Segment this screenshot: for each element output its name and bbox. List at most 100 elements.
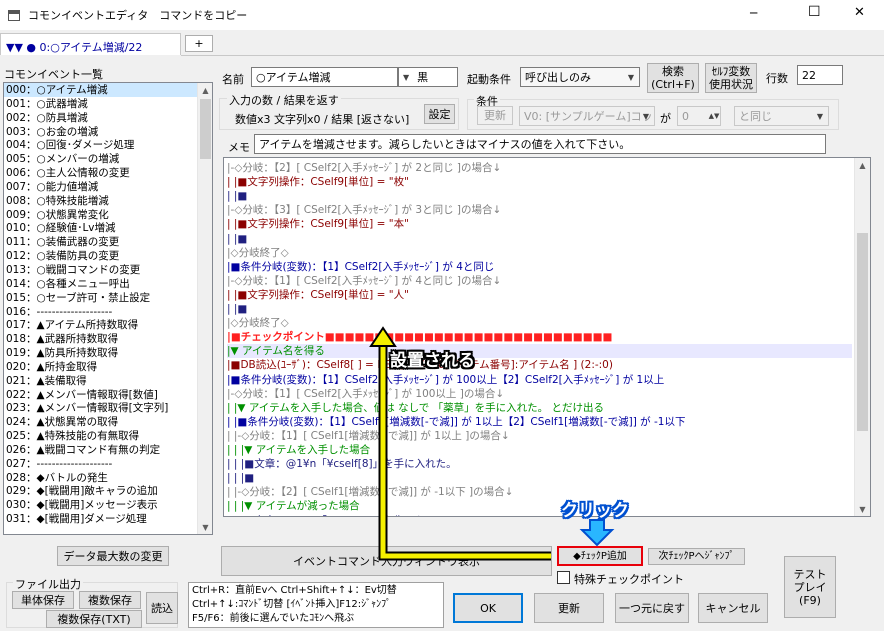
command-line[interactable]: |■DB読込(ﾕｰｻﾞ)：CSelf8[ ] = DB[ ] :CSelf0[ア…: [227, 358, 852, 372]
event-list-item[interactable]: 001：○武器増減: [4, 97, 212, 111]
event-list-item[interactable]: 024：▲状態異常の取得: [4, 415, 212, 429]
event-list-item[interactable]: 025：▲特殊技能の有無取得: [4, 429, 212, 443]
memo-input[interactable]: アイテムを増減させます。減らしたいときはマイナスの値を入れて下さい。: [254, 134, 826, 154]
event-list-item[interactable]: 004：○回復･ダメージ処理: [4, 138, 212, 152]
command-line[interactable]: | |■文字列操作：CSelf9[単位] = "人": [227, 288, 852, 302]
event-list-item[interactable]: 013：○戦闘コマンドの変更: [4, 263, 212, 277]
condition-update-button[interactable]: 更新: [477, 106, 513, 125]
update-button[interactable]: 更新: [534, 593, 604, 623]
color-select[interactable]: ▼ 黒: [398, 67, 458, 87]
event-list-item[interactable]: 006：○主人公情報の変更: [4, 166, 212, 180]
tab-active[interactable]: ▼▼ ● 0:○アイテム増減/22: [0, 33, 181, 55]
command-line[interactable]: |■条件分岐(変数)：【1】CSelf2[入手ﾒｯｾｰｼﾞ] が 100以上【2…: [227, 373, 852, 387]
data-max-button[interactable]: データ最大数の変更: [57, 546, 169, 566]
event-list-item[interactable]: 015：○セーブ許可・禁止設定: [4, 291, 212, 305]
single-save-button[interactable]: 単体保存: [12, 591, 74, 609]
event-list-item[interactable]: 031：◆[戦闘用]ダメージ処理: [4, 512, 212, 526]
event-list-item[interactable]: 020：▲所持金取得: [4, 360, 212, 374]
event-list-item[interactable]: 005：○メンバーの増減: [4, 152, 212, 166]
command-input-window-button[interactable]: イベントコマンド入力ウィンドウ表示: [221, 546, 552, 576]
command-line[interactable]: |◇分岐終了◇: [227, 246, 852, 260]
command-line[interactable]: |-◇分岐：【1】[ CSelf2[入手ﾒｯｾｰｼﾞ] が 4と同じ ]の場合↓: [227, 274, 852, 288]
command-line[interactable]: | | |▼ アイテムを入手した場合: [227, 443, 852, 457]
event-list-items[interactable]: 000：○アイテム増減 001：○武器増減 002：○防具増減 003：○お金の増減 0…: [4, 83, 212, 526]
command-line[interactable]: |◇分岐終了◇: [227, 316, 852, 330]
event-list-item[interactable]: 002：○防具増減: [4, 111, 212, 125]
code-scrollbar[interactable]: ▲ ▼: [854, 158, 870, 516]
search-button[interactable]: 検索 (Ctrl+F): [647, 63, 699, 93]
command-line[interactable]: | |-◇分岐：【1】[ CSelf1[増減数[-で減]] が 1以上 ]の場合…: [227, 429, 852, 443]
event-list-item[interactable]: 010：○経験値･Lv増減: [4, 221, 212, 235]
multi-save-button[interactable]: 複数保存: [79, 591, 141, 609]
minimize-button[interactable]: ─: [750, 6, 757, 20]
command-line[interactable]: | |-◇分岐：【2】[ CSelf1[増減数[-で減]] が -1以下 ]の場…: [227, 485, 852, 499]
command-line[interactable]: | | |■文章：@1¥n「¥cself[8]」を手に入れた。: [227, 457, 852, 471]
command-line[interactable]: | | |■: [227, 471, 852, 485]
event-list-item[interactable]: 022：▲メンバー情報取得[数値]: [4, 388, 212, 402]
command-line[interactable]: | |■文字列操作：CSelf9[単位] = "本": [227, 217, 852, 231]
command-line[interactable]: | | |▼ アイテムが減った場合: [227, 499, 852, 513]
event-list-item[interactable]: 007：○能力値増減: [4, 180, 212, 194]
command-line[interactable]: |-◇分岐：【3】[ CSelf2[入手ﾒｯｾｰｼﾞ] が 3と同じ ]の場合↓: [227, 203, 852, 217]
common-event-list[interactable]: 000：○アイテム増減 001：○武器増減 002：○防具増減 003：○お金の増減 0…: [3, 82, 213, 535]
event-list-item[interactable]: 017：▲アイテム所持数取得: [4, 318, 212, 332]
event-list-item[interactable]: 018：▲武器所持数取得: [4, 332, 212, 346]
self-var-usage-button[interactable]: ｾﾙﾌ変数 使用状況: [705, 63, 757, 93]
code-scroll-up-icon[interactable]: ▲: [855, 158, 870, 172]
event-list-item[interactable]: 008：○特殊技能増減: [4, 194, 212, 208]
condition-number-stepper-icon[interactable]: ▲▼: [708, 107, 720, 125]
event-list-item[interactable]: 000：○アイテム増減: [4, 83, 212, 97]
event-list-item[interactable]: 016：--------------------: [4, 305, 212, 319]
command-line[interactable]: | |■: [227, 302, 852, 316]
event-list-item[interactable]: 027：--------------------: [4, 457, 212, 471]
event-list-item[interactable]: 029：◆[戦闘用]敵キャラの追加: [4, 484, 212, 498]
command-line[interactable]: |-◇分岐：【2】[ CSelf2[入手ﾒｯｾｰｼﾞ] が 2と同じ ]の場合↓: [227, 161, 852, 175]
list-scrollbar[interactable]: ▲ ▼: [197, 83, 212, 534]
event-list-item[interactable]: 019：▲防具所持数取得: [4, 346, 212, 360]
event-list-item[interactable]: 012：○装備防具の変更: [4, 249, 212, 263]
event-list-item[interactable]: 009：○状態異常変化: [4, 208, 212, 222]
event-list-item[interactable]: 011：○装備武器の変更: [4, 235, 212, 249]
ok-button[interactable]: OK: [453, 593, 523, 623]
tab-add-button[interactable]: +: [185, 35, 213, 52]
next-checkpoint-button[interactable]: 次ﾁｪｯｸPへｼﾞｬﾝﾌﾟ: [648, 548, 745, 565]
command-line[interactable]: | |▼ アイテムを入手した場合、値は なしで 「薬草」を手に入れた。 とだけ出…: [227, 401, 852, 415]
condition-variable-select[interactable]: V0: [サンプルゲーム]コッ ▼: [519, 106, 655, 126]
cancel-button[interactable]: キャンセル: [698, 593, 768, 623]
maximize-button[interactable]: ☐: [808, 4, 821, 20]
event-list-item[interactable]: 026：▲戦闘コマンド有無の判定: [4, 443, 212, 457]
event-list-item[interactable]: 028：◆バトルの発生: [4, 471, 212, 485]
event-list-item[interactable]: 023：▲メンバー情報取得[文字列]: [4, 401, 212, 415]
code-scroll-down-icon[interactable]: ▼: [855, 502, 870, 516]
io-set-button[interactable]: 設定: [424, 104, 455, 124]
command-line[interactable]: |-◇分岐：【1】[ CSelf2[入手ﾒｯｾｰｼﾞ] が 100以上 ]の場合…: [227, 387, 852, 401]
event-command-list[interactable]: |-◇分岐：【2】[ CSelf2[入手ﾒｯｾｰｼﾞ] が 2と同じ ]の場合↓…: [223, 157, 871, 517]
scroll-down-icon[interactable]: ▼: [198, 520, 212, 534]
command-line[interactable]: | |■条件分岐(変数)：【1】CSelf1[増減数[-で減]] が 1以上【2…: [227, 415, 852, 429]
command-line[interactable]: |■チェックポイント■■■■■■■■■■■■■■■■■■■■■■■■■■■■■: [227, 330, 852, 344]
event-list-item[interactable]: 003：○お金の増減: [4, 125, 212, 139]
command-line[interactable]: |■条件分岐(変数)：【1】CSelf2[入手ﾒｯｾｰｼﾞ] が 4と同じ: [227, 260, 852, 274]
command-line[interactable]: | |■文字列操作：CSelf9[単位] = "枚": [227, 175, 852, 189]
condition-number-input[interactable]: 0 ▲▼: [677, 106, 721, 126]
special-checkpoint-checkbox[interactable]: [557, 571, 570, 584]
command-line[interactable]: | |■: [227, 189, 852, 203]
scroll-up-icon[interactable]: ▲: [198, 83, 212, 97]
event-list-item[interactable]: 021：▲装備取得: [4, 374, 212, 388]
event-list-item[interactable]: 030：◆[戦闘用]メッセージ表示: [4, 498, 212, 512]
trigger-select[interactable]: 呼び出しのみ ▼: [520, 67, 640, 87]
multi-save-txt-button[interactable]: 複数保存(TXT): [46, 610, 142, 628]
condition-compare-select[interactable]: と同じ ▼: [734, 106, 829, 126]
scroll-thumb[interactable]: [200, 99, 211, 159]
undo-button[interactable]: 一つ元に戻す: [615, 593, 689, 623]
name-input[interactable]: ○アイテム増減: [251, 67, 398, 87]
load-button[interactable]: 読込: [146, 592, 178, 624]
command-line[interactable]: |▼ アイテム名を得る: [227, 344, 852, 359]
rows-input[interactable]: 22: [797, 65, 843, 85]
command-line[interactable]: | |■: [227, 232, 852, 246]
command-line[interactable]: | | |■文章：@1¥n「¥cself[8]」を失った。: [227, 514, 852, 517]
test-play-button[interactable]: テスト プレイ (F9): [784, 556, 836, 618]
close-button[interactable]: ✕: [854, 5, 865, 20]
event-list-item[interactable]: 014：○各種メニュー呼出: [4, 277, 212, 291]
add-checkpoint-button[interactable]: ◆ﾁｪｯｸP追加: [557, 546, 643, 566]
